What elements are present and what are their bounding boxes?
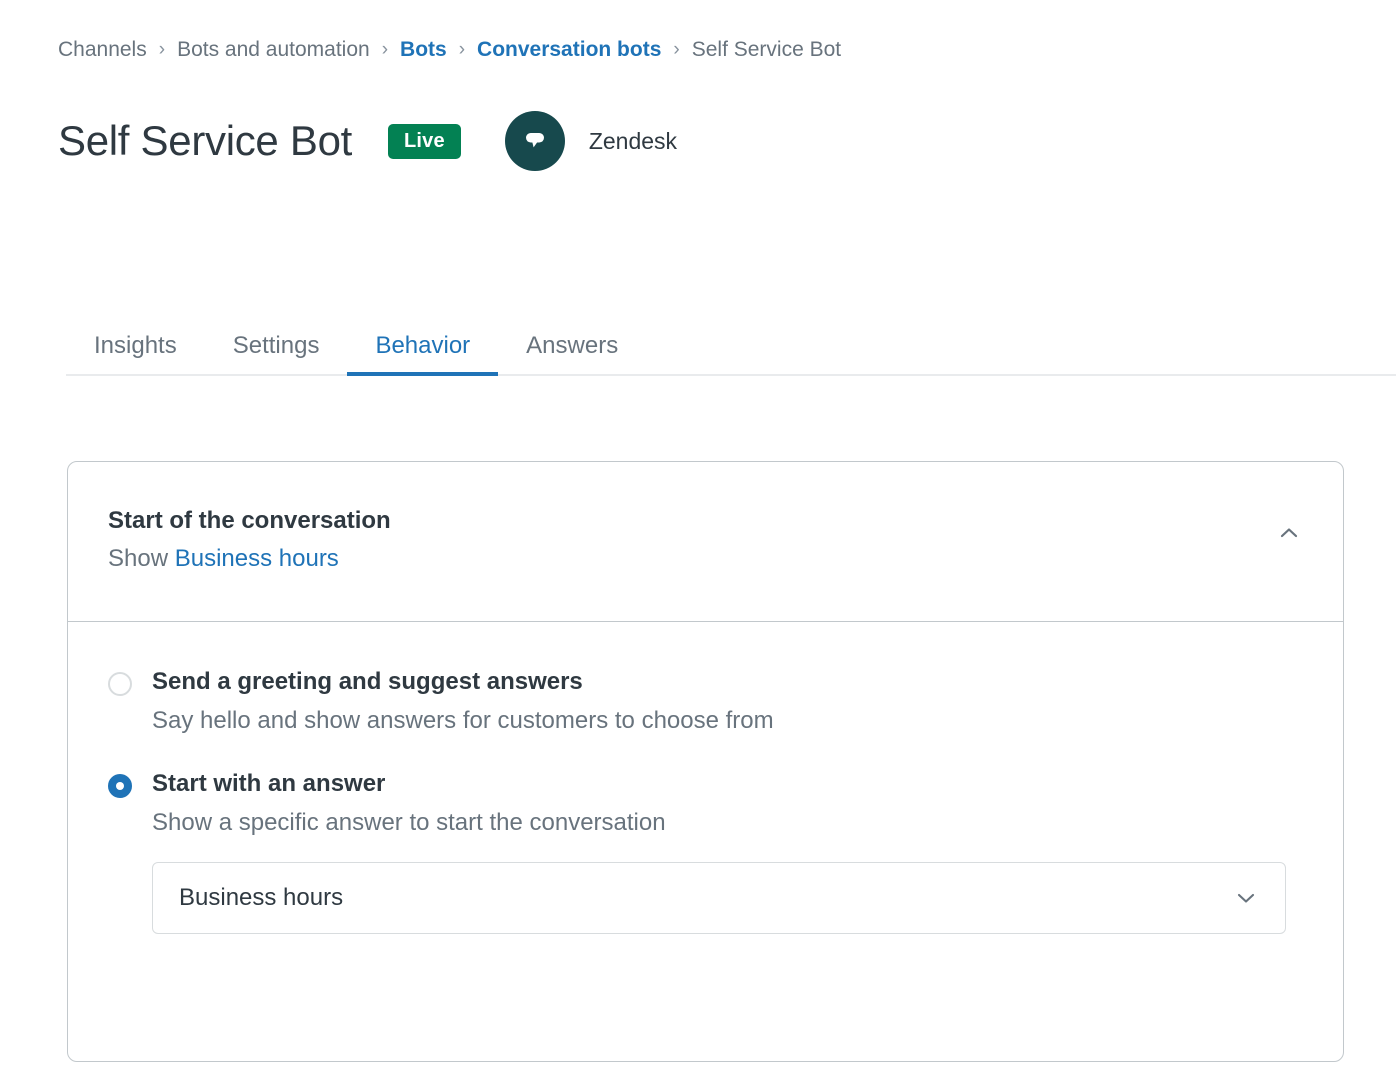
chat-bubble-icon	[520, 124, 550, 159]
breadcrumb-separator-icon: ›	[673, 38, 680, 60]
card-header: Start of the conversation Show Business …	[68, 462, 1343, 622]
option-text: Start with an answer Show a specific ans…	[152, 770, 1303, 935]
breadcrumb-item-conversation-bots[interactable]: Conversation bots	[477, 38, 661, 62]
radio-send-greeting[interactable]	[108, 672, 132, 696]
breadcrumb-separator-icon: ›	[381, 38, 389, 60]
bot-behavior-page: Channels › Bots and automation › Bots › …	[0, 0, 1396, 1072]
radio-start-with-answer[interactable]	[108, 774, 132, 799]
tab-answers[interactable]: Answers	[498, 334, 646, 376]
avatar	[504, 111, 565, 171]
breadcrumb-item-bots[interactable]: Bots	[400, 38, 447, 62]
page-header: Self Service Bot Live Zendesk	[58, 110, 677, 172]
channel-name: Zendesk	[588, 127, 678, 154]
breadcrumb-separator-icon: ›	[458, 38, 466, 60]
card-title: Start of the conversation	[108, 507, 391, 534]
tab-behavior[interactable]: Behavior	[347, 334, 498, 376]
tab-insights[interactable]: Insights	[66, 334, 205, 376]
option-start-with-answer[interactable]: Start with an answer Show a specific ans…	[108, 770, 1303, 935]
breadcrumb-item-self-service-bot: Self Service Bot	[691, 38, 842, 61]
breadcrumb-item-channels[interactable]: Channels	[58, 38, 147, 62]
tab-settings[interactable]: Settings	[205, 334, 348, 376]
option-text: Send a greeting and suggest answers Say …	[152, 668, 1303, 734]
breadcrumb: Channels › Bots and automation › Bots › …	[58, 38, 841, 62]
breadcrumb-item-bots-and-automation[interactable]: Bots and automation	[177, 38, 370, 62]
option-send-greeting[interactable]: Send a greeting and suggest answers Say …	[108, 668, 1303, 734]
start-of-conversation-card: Start of the conversation Show Business …	[67, 461, 1344, 1062]
option-description: Show a specific answer to start the conv…	[152, 808, 666, 836]
breadcrumb-separator-icon: ›	[158, 38, 166, 60]
status-badge: Live	[388, 123, 461, 159]
option-label: Send a greeting and suggest answers	[152, 668, 583, 695]
card-subtitle: Show Business hours	[108, 546, 1303, 572]
option-description: Say hello and show answers for customers…	[152, 706, 774, 734]
page-title: Self Service Bot	[58, 117, 352, 164]
chevron-up-icon	[1275, 519, 1303, 550]
option-label: Start with an answer	[152, 770, 386, 798]
collapse-button[interactable]	[1267, 512, 1311, 556]
card-subtitle-prefix: Show	[108, 545, 169, 573]
answer-select[interactable]: Business hours	[152, 862, 1286, 935]
card-subtitle-link[interactable]: Business hours	[175, 545, 339, 572]
tab-bar: Insights Settings Behavior Answers	[66, 310, 1396, 376]
card-body: Send a greeting and suggest answers Say …	[68, 622, 1343, 935]
chevron-down-icon	[1233, 885, 1259, 911]
answer-select-value: Business hours	[179, 884, 344, 912]
